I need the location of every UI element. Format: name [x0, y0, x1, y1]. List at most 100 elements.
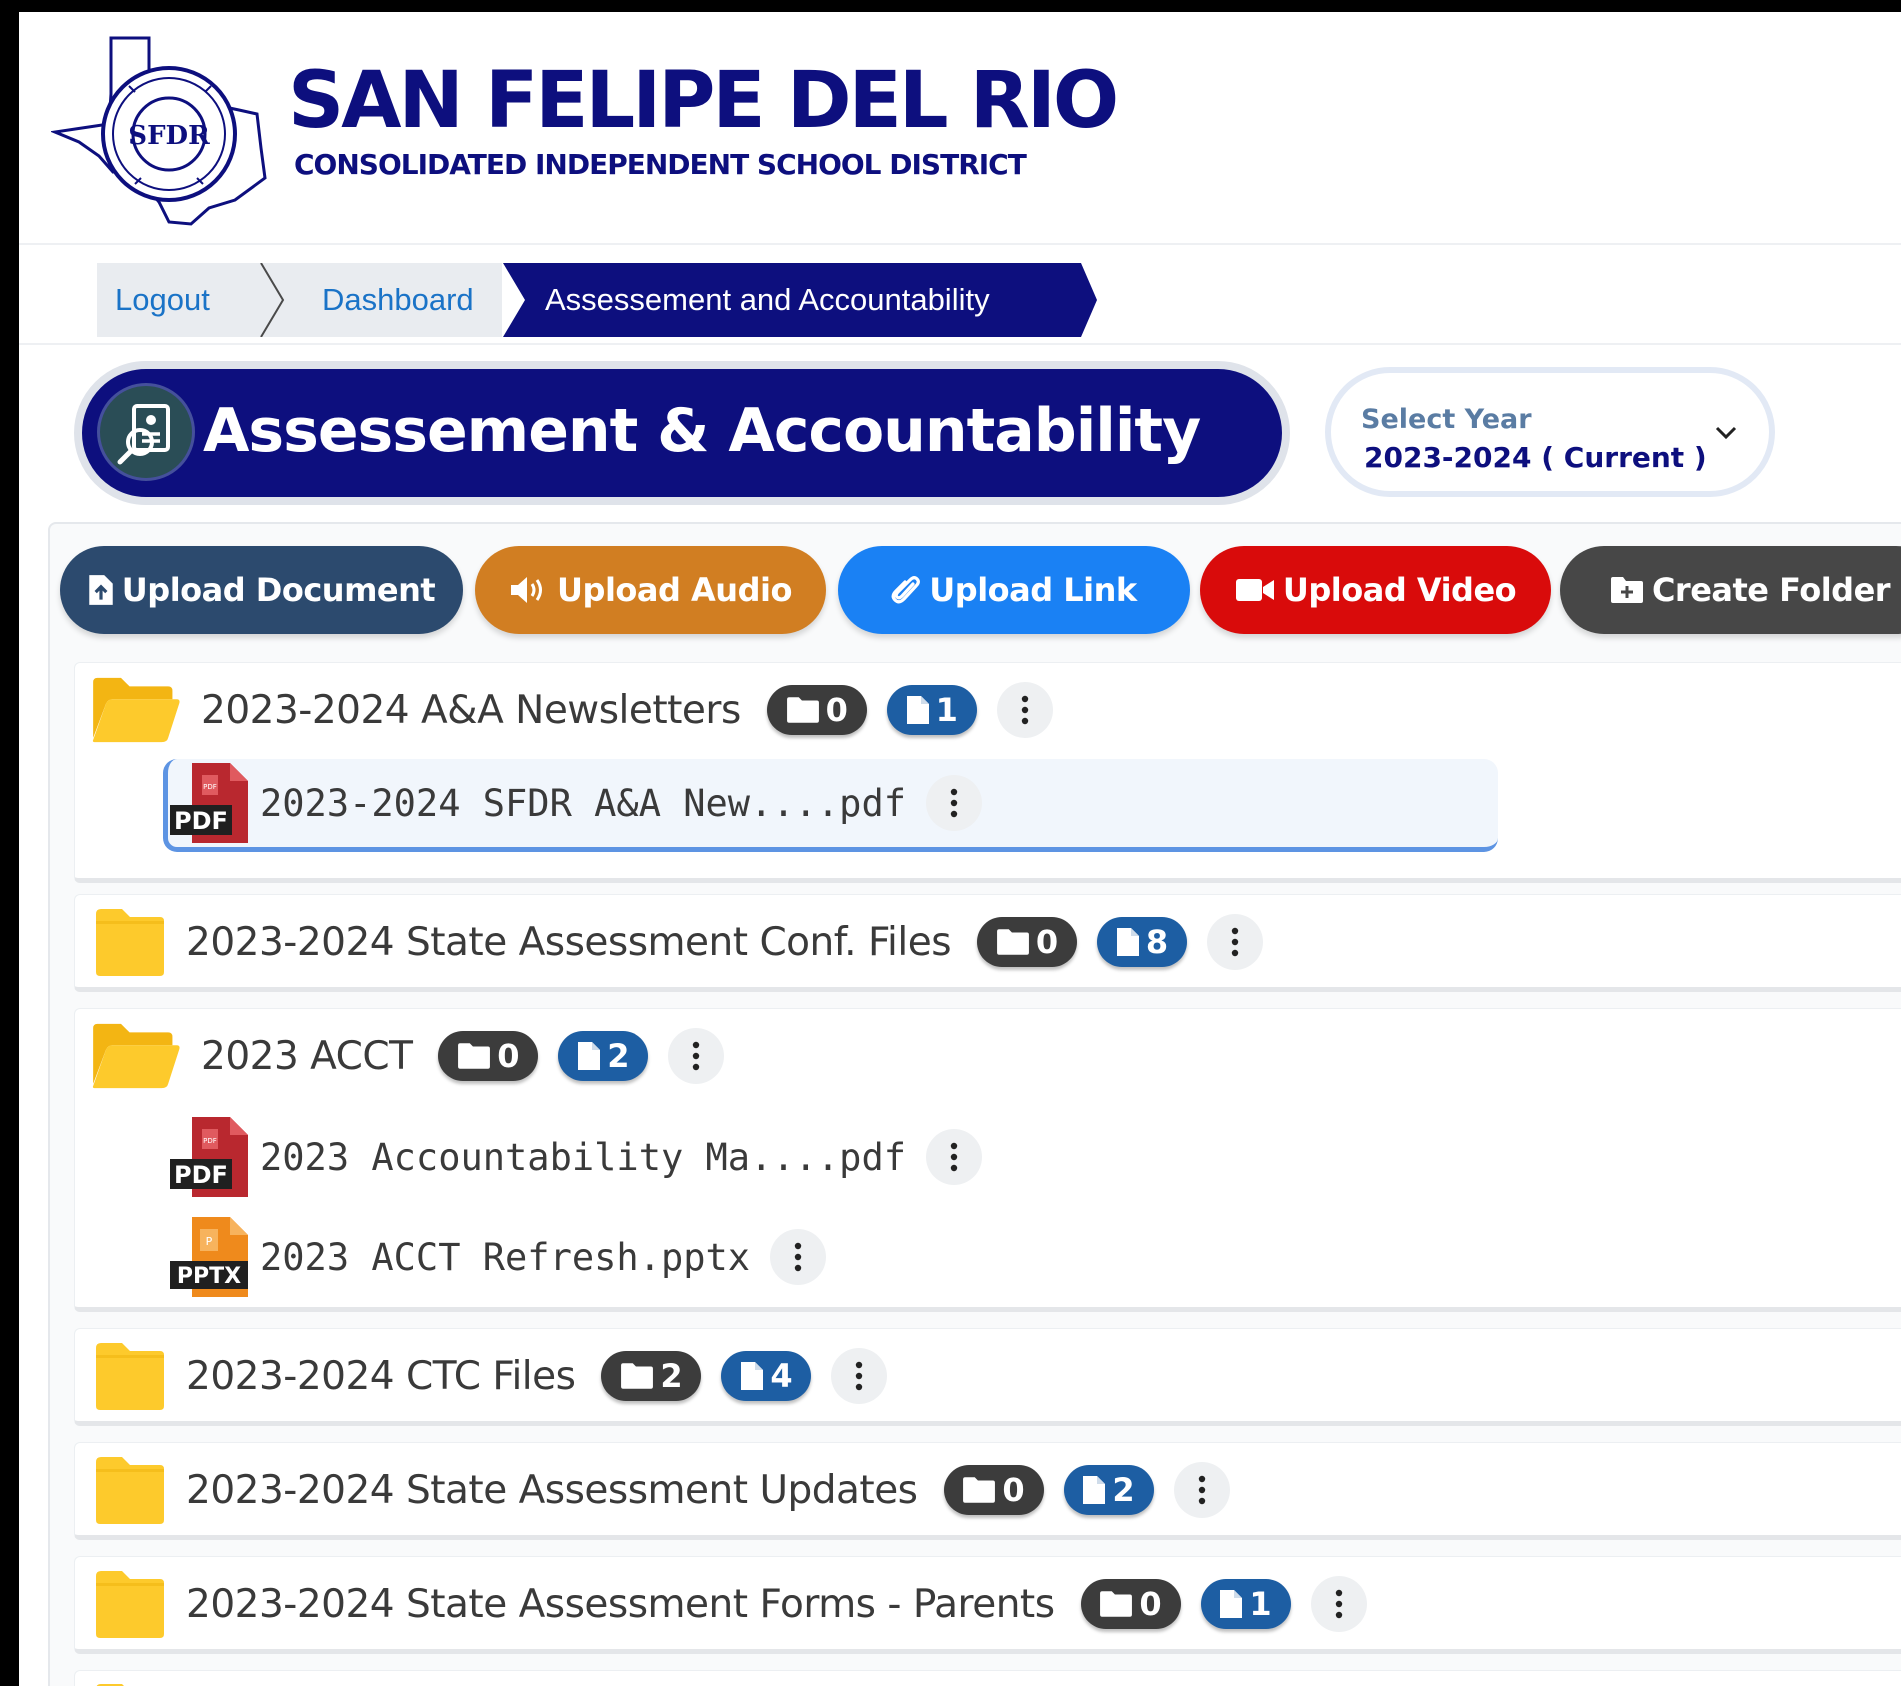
breadcrumb-current: Assessement and Accountability [503, 263, 1097, 337]
file-menu-button[interactable] [926, 1129, 983, 1185]
folder-closed-icon[interactable] [91, 1454, 169, 1526]
more-vertical-icon [1230, 927, 1240, 957]
svg-text:PDF: PDF [174, 1161, 228, 1189]
folder-icon [1099, 1590, 1133, 1618]
folder-open-icon[interactable] [91, 1021, 181, 1091]
subfolder-count-badge: 2 [601, 1351, 702, 1401]
subfolder-count: 0 [1035, 923, 1059, 961]
folder-menu-button[interactable] [996, 682, 1053, 738]
subfolder-count: 0 [497, 1037, 520, 1075]
folder-menu-button[interactable] [1207, 914, 1264, 970]
folder-open-icon[interactable] [91, 675, 181, 745]
folder-header: 2023-2024 State Assessment Updates 0 2 [75, 1443, 1901, 1537]
file-row[interactable]: PDF PDF 2023 Accountability Ma....pdf [168, 1113, 983, 1201]
folder-item-partial [74, 1670, 1901, 1686]
upload-audio-button[interactable]: Upload Audio [475, 546, 826, 634]
file-count: 8 [1145, 923, 1169, 961]
volume-icon [511, 577, 543, 603]
year-select[interactable]: Select Year 2023-2024 ( Current ) [1325, 367, 1775, 497]
svg-text:PDF: PDF [203, 783, 217, 791]
upload-video-button[interactable]: Upload Video [1200, 546, 1551, 634]
upload-video-label: Upload Video [1282, 571, 1517, 609]
file-count-badge: 2 [558, 1031, 649, 1081]
file-count-badge: 4 [721, 1351, 812, 1401]
file-name[interactable]: 2023 ACCT Refresh.pptx [260, 1236, 750, 1279]
folder-closed-icon[interactable] [91, 1568, 169, 1640]
folder-header: 2023-2024 CTC Files 2 4 [75, 1329, 1901, 1423]
folder-menu-button[interactable] [831, 1348, 888, 1404]
file-menu-button[interactable] [926, 775, 983, 831]
folder-item: 2023 ACCT 0 2 PDF PDF 2023 Accountabilit… [74, 1008, 1901, 1312]
folder-item: 2023-2024 A&A Newsletters 0 1 PDF PDF 20… [74, 662, 1901, 883]
upload-document-button[interactable]: Upload Document [60, 546, 463, 634]
assessment-report-icon [97, 383, 195, 481]
pdf-file-icon: PDF PDF [170, 1117, 248, 1197]
breadcrumb-separator [260, 263, 285, 337]
folder-item: 2023-2024 State Assessment Updates 0 2 [74, 1442, 1901, 1540]
file-row[interactable]: PDF PDF 2023-2024 SFDR A&A New....pdf [163, 759, 1498, 852]
file-icon [906, 695, 930, 725]
upload-link-label: Upload Link [929, 571, 1137, 609]
subfolder-count-badge: 0 [943, 1465, 1044, 1515]
file-name[interactable]: 2023 Accountability Ma....pdf [260, 1136, 906, 1179]
year-select-value: 2023-2024 ( Current ) [1364, 441, 1707, 474]
upload-link-button[interactable]: Upload Link [838, 546, 1190, 634]
breadcrumb-logout-link[interactable]: Logout [97, 263, 262, 337]
subfolder-count-badge: 0 [438, 1031, 539, 1081]
file-count-badge: 8 [1097, 917, 1188, 967]
file-icon [1219, 1589, 1243, 1619]
subfolder-count-badge: 0 [1080, 1579, 1181, 1629]
chevron-down-icon [1715, 426, 1737, 440]
file-count-badge: 2 [1063, 1465, 1154, 1515]
subfolder-count: 2 [660, 1357, 683, 1395]
file-name[interactable]: 2023-2024 SFDR A&A New....pdf [260, 782, 906, 825]
site-header: SFDR SAN FELIPE DEL RIO CONSOLIDATED IND… [19, 12, 1901, 245]
breadcrumb-dashboard-link[interactable]: Dashboard [262, 263, 502, 337]
folder-icon [962, 1476, 996, 1504]
subfolder-count: 0 [1139, 1585, 1162, 1623]
year-select-label: Select Year [1361, 404, 1532, 435]
svg-text:PDF: PDF [174, 807, 228, 835]
folder-icon [786, 696, 820, 724]
video-camera-icon [1235, 579, 1274, 601]
subfolder-count: 0 [825, 691, 848, 729]
folder-name[interactable]: 2023-2024 State Assessment Updates [186, 1468, 918, 1513]
file-menu-button[interactable] [770, 1229, 827, 1285]
upload-document-label: Upload Document [121, 571, 436, 609]
paperclip-icon [891, 576, 921, 604]
file-count: 1 [1249, 1585, 1272, 1623]
folder-icon [457, 1042, 491, 1070]
page: SFDR SAN FELIPE DEL RIO CONSOLIDATED IND… [19, 12, 1901, 1686]
more-vertical-icon [1334, 1589, 1344, 1619]
folder-name[interactable]: 2023-2024 State Assessment Forms - Paren… [186, 1582, 1055, 1627]
district-subtitle: CONSOLIDATED INDEPENDENT SCHOOL DISTRICT [294, 148, 1027, 181]
district-logo[interactable]: SFDR [51, 32, 283, 228]
folder-item: 2023-2024 CTC Files 2 4 [74, 1328, 1901, 1426]
more-vertical-icon [1020, 695, 1030, 725]
more-vertical-icon [1197, 1475, 1207, 1505]
folder-name[interactable]: 2023-2024 A&A Newsletters [201, 688, 741, 733]
folder-menu-button[interactable] [1173, 1462, 1230, 1518]
folder-icon [996, 928, 1030, 956]
folder-name[interactable]: 2023 ACCT [201, 1034, 413, 1079]
pptx-file-icon: P PPTX [170, 1217, 248, 1297]
folder-name[interactable]: 2023-2024 State Assessment Conf. Files [186, 920, 952, 965]
folder-item: 2023-2024 State Assessment Conf. Files 0… [74, 894, 1901, 992]
file-count: 4 [770, 1357, 793, 1395]
folder-closed-icon[interactable] [91, 906, 169, 978]
folder-menu-button[interactable] [668, 1028, 725, 1084]
breadcrumb: Logout Dashboard Assessement and Account… [97, 263, 1117, 337]
folder-closed-icon[interactable] [91, 1340, 169, 1412]
folder-closed-icon[interactable] [91, 1681, 169, 1686]
subfolder-count-badge: 0 [766, 685, 867, 735]
folder-name[interactable]: 2023-2024 CTC Files [186, 1354, 576, 1399]
svg-text:PPTX: PPTX [177, 1264, 241, 1289]
file-upload-icon [89, 575, 113, 605]
file-row[interactable]: P PPTX 2023 ACCT Refresh.pptx [168, 1213, 827, 1301]
svg-text:P: P [206, 1235, 213, 1248]
more-vertical-icon [691, 1041, 701, 1071]
folder-menu-button[interactable] [1310, 1576, 1367, 1632]
file-icon [1116, 927, 1140, 957]
folder-plus-icon [1610, 577, 1643, 603]
create-folder-button[interactable]: Create Folder [1560, 546, 1901, 634]
